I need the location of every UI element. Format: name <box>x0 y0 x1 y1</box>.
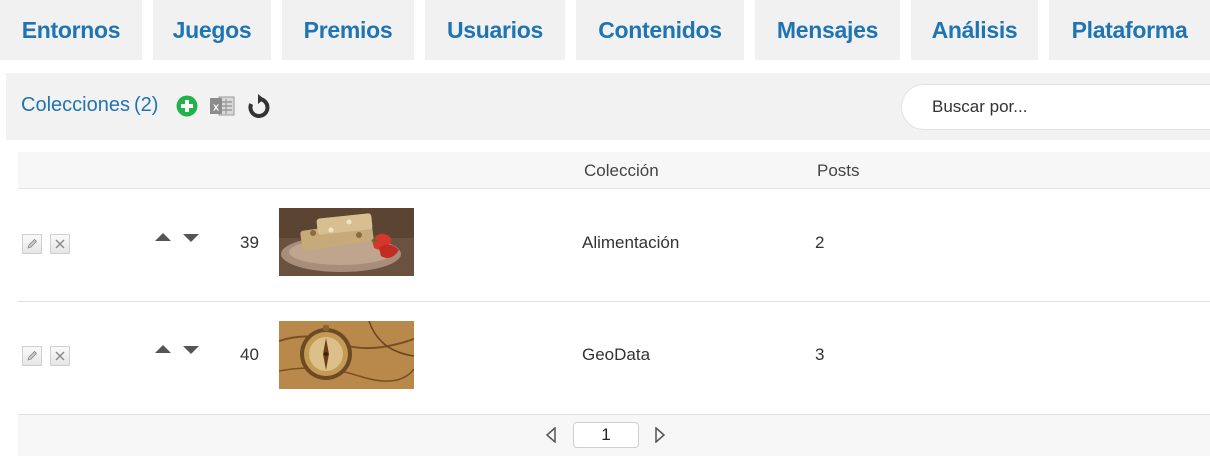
next-page-icon[interactable] <box>654 427 666 443</box>
main-nav: Entornos Juegos Premios Usuarios Conteni… <box>0 0 1210 60</box>
title-label: Colecciones <box>21 94 130 116</box>
svg-text:x: x <box>213 102 220 114</box>
previous-page-icon[interactable] <box>545 427 557 443</box>
collection-name: Alimentación <box>582 233 680 252</box>
delete-button[interactable] <box>50 234 70 254</box>
collection-count: (2) <box>133 94 159 116</box>
column-header-posts[interactable]: Posts <box>817 161 860 181</box>
refresh-icon[interactable] <box>247 93 271 119</box>
table-row: 40 GeoData 3 <box>18 302 1210 415</box>
page-number-input[interactable] <box>573 422 639 448</box>
edit-button[interactable] <box>22 234 42 254</box>
close-icon <box>55 239 65 249</box>
table-header: Colección Posts <box>18 152 1210 189</box>
move-up-icon[interactable] <box>154 232 172 242</box>
search-input[interactable] <box>901 84 1210 130</box>
collection-thumbnail <box>279 321 414 389</box>
order-number: 39 <box>240 233 259 252</box>
pagination-bar <box>18 415 1210 456</box>
pencil-icon <box>27 350 38 361</box>
tab-plataforma[interactable]: Plataforma <box>1049 0 1210 60</box>
move-down-icon[interactable] <box>182 233 200 243</box>
tab-contenidos[interactable]: Contenidos <box>576 0 744 60</box>
tab-mensajes[interactable]: Mensajes <box>755 0 900 60</box>
tab-entornos[interactable]: Entornos <box>0 0 142 60</box>
page-title: Colecciones (2) <box>21 94 158 117</box>
posts-count: 2 <box>815 233 825 252</box>
posts-count: 3 <box>815 345 825 364</box>
excel-export-icon[interactable]: x <box>209 95 235 117</box>
edit-button[interactable] <box>22 346 42 366</box>
table-row: 39 Alimentación 2 <box>18 189 1210 302</box>
tab-juegos[interactable]: Juegos <box>153 0 271 60</box>
tab-premios[interactable]: Premios <box>282 0 414 60</box>
tab-usuarios[interactable]: Usuarios <box>425 0 565 60</box>
close-icon <box>55 351 65 361</box>
delete-button[interactable] <box>50 346 70 366</box>
column-header-collection[interactable]: Colección <box>584 161 659 181</box>
collections-toolbar: Colecciones (2) x <box>6 73 1210 140</box>
order-number: 40 <box>240 345 259 364</box>
move-up-icon[interactable] <box>154 344 172 354</box>
collection-name: GeoData <box>582 345 651 364</box>
tab-analisis[interactable]: Análisis <box>911 0 1038 60</box>
pencil-icon <box>27 238 38 249</box>
add-icon[interactable] <box>176 95 198 117</box>
collection-thumbnail <box>279 208 414 276</box>
move-down-icon[interactable] <box>182 345 200 355</box>
